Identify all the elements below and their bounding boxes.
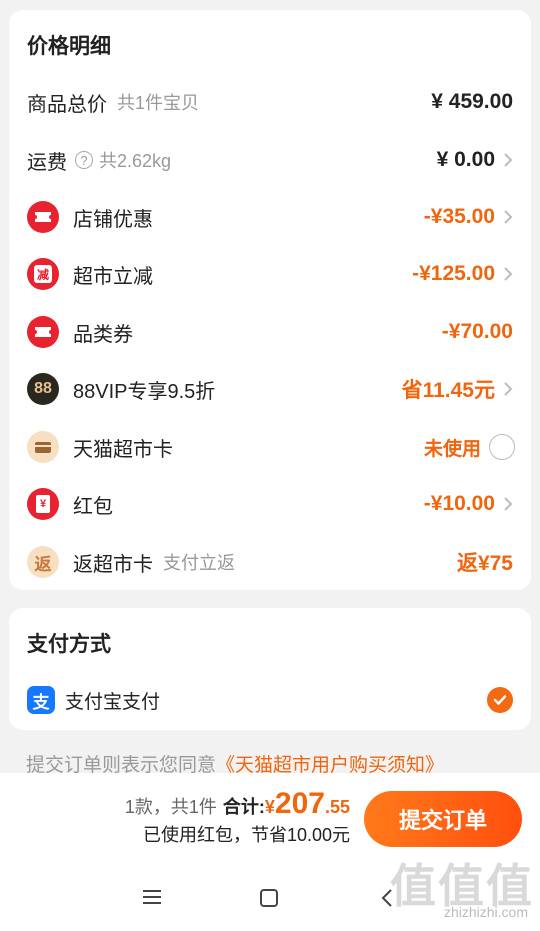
chevron-right-icon (504, 497, 513, 511)
chevron-right-icon (504, 267, 513, 281)
alipay-icon: 支 (27, 686, 55, 714)
supermarket-cut-amount: -¥125.00 (412, 262, 495, 285)
currency-symbol: ¥ (264, 797, 275, 817)
shop-discount-label: 店铺优惠 (73, 208, 153, 231)
ticket-icon (27, 316, 59, 348)
total-label: 合计: (222, 797, 265, 817)
ticket-icon (27, 201, 59, 233)
total-integer: 207 (274, 787, 325, 820)
rebate-icon: 返 (27, 546, 59, 578)
chevron-right-icon (504, 382, 513, 396)
shipping-sub: 共2.62kg (99, 151, 172, 171)
rebate-label: 返超市卡 (73, 553, 153, 576)
supermarket-cut-label: 超市立减 (73, 265, 153, 288)
row-category-coupon[interactable]: 品类券 -¥70.00 (9, 312, 531, 352)
check-icon[interactable] (487, 687, 513, 713)
row-rebate-card: 返 返超市卡 支付立返 返¥75 (9, 542, 531, 582)
red-packet-label: 红包 (73, 495, 113, 518)
row-red-packet[interactable]: ¥ 红包 -¥10.00 (9, 484, 531, 524)
submit-order-button[interactable]: 提交订单 (364, 791, 522, 847)
total-amount: ¥ 459.00 (431, 90, 513, 113)
payment-card: 支付方式 支 支付宝支付 (9, 608, 531, 730)
reduce-icon: 减 (27, 258, 59, 290)
watermark-url: zhizhizhi.com (443, 904, 528, 920)
price-detail-card: 价格明细 商品总价 共1件宝贝 ¥ 459.00 运费 ? 共2.62kg ¥ … (9, 10, 531, 590)
chevron-right-icon (504, 153, 513, 167)
red-packet-amount: -¥10.00 (423, 492, 495, 515)
row-tmall-card[interactable]: 天猫超市卡 未使用 (9, 427, 531, 467)
row-shipping[interactable]: 运费 ? 共2.62kg ¥ 0.00 (9, 140, 531, 180)
red-packet-icon: ¥ (27, 488, 59, 520)
item-count: 1款，共1件 (124, 797, 217, 817)
tmall-card-radio[interactable] (489, 434, 515, 460)
tmall-card-status: 未使用 (423, 438, 481, 460)
total-sub: 共1件宝贝 (117, 93, 200, 113)
rebate-sub: 支付立返 (163, 553, 235, 573)
vip-amount: 省11.45元 (401, 379, 495, 402)
category-coupon-label: 品类券 (73, 323, 133, 346)
menu-icon[interactable] (142, 888, 162, 906)
row-shop-discount[interactable]: 店铺优惠 -¥35.00 (9, 197, 531, 237)
row-88vip[interactable]: 88 88VIP专享9.5折 省11.45元 (9, 369, 531, 409)
total-decimal: .55 (324, 797, 350, 817)
row-total-price: 商品总价 共1件宝贝 ¥ 459.00 (9, 82, 531, 122)
chevron-right-icon (504, 210, 513, 224)
help-icon[interactable]: ? (75, 151, 93, 169)
vip-label: 88VIP专享9.5折 (73, 380, 216, 403)
vip-icon: 88 (27, 373, 59, 405)
shop-discount-amount: -¥35.00 (423, 205, 495, 228)
alipay-label: 支付宝支付 (65, 691, 161, 713)
category-coupon-amount: -¥70.00 (441, 320, 513, 343)
row-supermarket-cut[interactable]: 减 超市立减 -¥125.00 (9, 254, 531, 294)
payment-title: 支付方式 (27, 633, 111, 656)
total-summary: 1款，共1件 合计: ¥ 207 .55 (125, 787, 350, 821)
total-label: 商品总价 (27, 93, 107, 116)
price-detail-title: 价格明细 (27, 35, 111, 58)
card-icon (27, 431, 59, 463)
tmall-card-label: 天猫超市卡 (73, 438, 173, 461)
rebate-amount: 返¥75 (456, 552, 513, 575)
shipping-label: 运费 (27, 151, 67, 174)
home-icon[interactable] (259, 888, 279, 908)
saved-note: 已使用红包，节省10.00元 (142, 825, 350, 845)
shipping-amount: ¥ 0.00 (436, 148, 495, 171)
payment-option-alipay[interactable]: 支 支付宝支付 (9, 680, 531, 720)
